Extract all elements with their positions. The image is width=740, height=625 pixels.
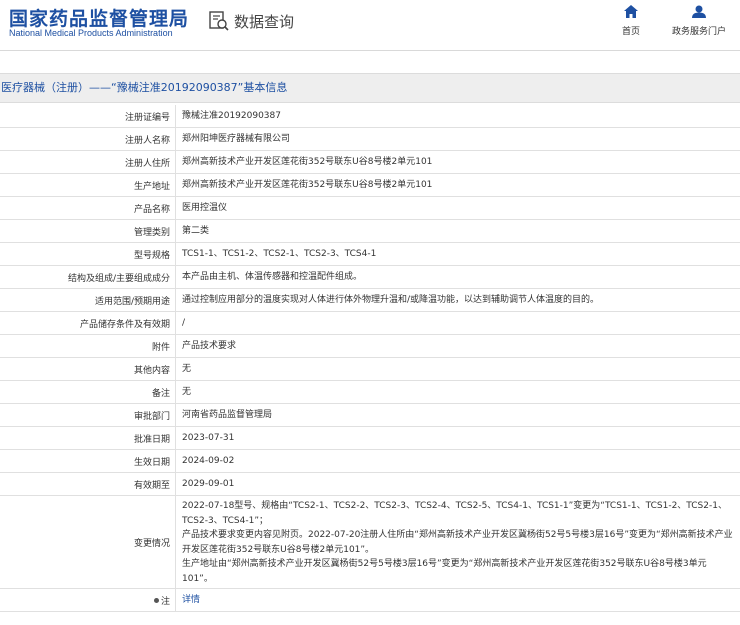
table-row-note: 注 详情 [0, 589, 740, 612]
row-value-changes: 2022-07-18型号、规格由“TCS2-1、TCS2-2、TCS2-3、TC… [175, 496, 740, 588]
nav-portal-link[interactable]: 政务服务门户 [668, 5, 730, 37]
row-value-note: 详情 [175, 589, 740, 611]
row-value: 2024-09-02 [175, 450, 740, 472]
site-header: 国家药品监督管理局 National Medical Products Admi… [0, 0, 740, 52]
table-row-composition: 结构及组成/主要组成成分 本产品由主机、体温传感器和控温配件组成。 [0, 266, 740, 289]
row-value: / [175, 312, 740, 334]
row-label: 产品储存条件及有效期 [79, 319, 170, 330]
record-detail-table: 注册证编号 豫械注准20192090387 注册人名称 郑州阳坤医疗器械有限公司… [0, 105, 740, 612]
table-row-approval-dept: 审批部门 河南省药品监督管理局 [0, 404, 740, 427]
row-label-note: 注 [0, 589, 175, 611]
row-value: 无 [175, 381, 740, 403]
row-value: 郑州高新技术产业开发区莲花街352号联东U谷8号楼2单元101 [175, 174, 740, 196]
row-value: 产品技术要求 [175, 335, 740, 357]
row-label: 生效日期 [133, 457, 170, 468]
change-line: 2022-07-18型号、规格由“TCS2-1、TCS2-2、TCS2-3、TC… [182, 501, 727, 526]
table-row-registrant: 注册人名称 郑州阳坤医疗器械有限公司 [0, 128, 740, 151]
nav-portal-label: 政务服务门户 [671, 27, 726, 37]
table-row-category: 管理类别 第二类 [0, 220, 740, 243]
row-label: 生产地址 [133, 181, 170, 192]
details-link[interactable]: 详情 [182, 593, 200, 608]
data-query-icon [208, 10, 230, 32]
row-label: 有效期至 [133, 480, 170, 491]
row-value: TCS1-1、TCS1-2、TCS2-1、TCS2-3、TCS4-1 [175, 243, 740, 265]
data-query-label: 数据查询 [234, 12, 295, 31]
row-value: 2023-07-31 [175, 427, 740, 449]
row-value: 本产品由主机、体温传感器和控温配件组成。 [175, 266, 740, 288]
table-row-approval-date: 批准日期 2023-07-31 [0, 427, 740, 450]
row-label: 管理类别 [133, 227, 170, 238]
home-icon [624, 5, 638, 18]
row-label: 附件 [151, 342, 170, 353]
row-value: 第二类 [175, 220, 740, 242]
row-label: 型号规格 [133, 250, 170, 261]
table-row-attachment: 附件 产品技术要求 [0, 335, 740, 358]
table-row-cert-no: 注册证编号 豫械注准20192090387 [0, 105, 740, 128]
table-row-registrant-address: 注册人住所 郑州高新技术产业开发区莲花街352号联东U谷8号楼2单元101 [0, 151, 740, 174]
table-row-expiry-date: 有效期至 2029-09-01 [0, 473, 740, 496]
header-divider [0, 50, 740, 51]
row-label: 批准日期 [133, 434, 170, 445]
record-title: 医疗器械（注册）——“豫械注准20192090387”基本信息 [0, 73, 740, 103]
note-label: 注 [160, 596, 170, 607]
row-value: 郑州阳坤医疗器械有限公司 [175, 128, 740, 150]
row-value: 豫械注准20192090387 [175, 105, 740, 127]
row-label: 变更情况 [133, 538, 170, 549]
row-value: 郑州高新技术产业开发区莲花街352号联东U谷8号楼2单元101 [175, 151, 740, 173]
table-row-storage: 产品储存条件及有效期 / [0, 312, 740, 335]
data-query-heading: 数据查询 [208, 10, 294, 32]
table-row-product-name: 产品名称 医用控温仪 [0, 197, 740, 220]
table-row-intended-use: 适用范围/预期用途 通过控制应用部分的温度实现对人体进行体外物理升温和/或降温功… [0, 289, 740, 312]
nav-home-label: 首页 [621, 27, 640, 37]
row-label: 注册人住所 [124, 158, 170, 169]
table-row-model-spec: 型号规格 TCS1-1、TCS1-2、TCS2-1、TCS2-3、TCS4-1 [0, 243, 740, 266]
table-row-effective-date: 生效日期 2024-09-02 [0, 450, 740, 473]
table-row-production-address: 生产地址 郑州高新技术产业开发区莲花街352号联东U谷8号楼2单元101 [0, 174, 740, 197]
site-logo-subtitle: National Medical Products Administration [9, 28, 173, 38]
row-value: 医用控温仪 [175, 197, 740, 219]
row-label: 注册证编号 [124, 112, 170, 123]
change-line: 生产地址由“郑州高新技术产业开发区冀杨街52号5号楼3层16号”变更为“郑州高新… [182, 559, 707, 584]
row-label: 注册人名称 [124, 135, 170, 146]
row-label: 结构及组成/主要组成成分 [67, 273, 170, 284]
change-line: 产品技术要求变更内容见附页。2022-07-20注册人住所由“郑州高新技术产业开… [182, 530, 733, 555]
row-value: 2029-09-01 [175, 473, 740, 495]
table-row-other: 其他内容 无 [0, 358, 740, 381]
row-label: 审批部门 [133, 411, 170, 422]
table-row-changes: 变更情况 2022-07-18型号、规格由“TCS2-1、TCS2-2、TCS2… [0, 496, 740, 589]
row-label: 其他内容 [133, 365, 170, 376]
row-label: 备注 [151, 388, 170, 399]
site-logo-title[interactable]: 国家药品监督管理局 [9, 4, 189, 31]
row-value: 无 [175, 358, 740, 380]
row-value: 河南省药品监督管理局 [175, 404, 740, 426]
row-label: 产品名称 [133, 204, 170, 215]
nav-home-link[interactable]: 首页 [616, 5, 646, 37]
row-value: 通过控制应用部分的温度实现对人体进行体外物理升温和/或降温功能，以达到辅助调节人… [175, 289, 740, 311]
row-label: 适用范围/预期用途 [94, 296, 170, 307]
table-row-remarks: 备注 无 [0, 381, 740, 404]
bullet-icon [153, 597, 159, 603]
user-icon [692, 5, 706, 18]
